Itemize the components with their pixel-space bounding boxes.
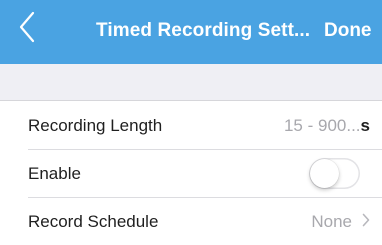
recording-length-unit: s [360,116,370,135]
record-schedule-row[interactable]: Record Schedule None [0,197,382,245]
toggle-knob [310,159,339,188]
navigation-bar: Timed Recording Sett... Done [0,0,382,64]
record-schedule-label: Record Schedule [28,212,159,231]
chevron-right-icon [362,212,370,232]
enable-label: Enable [28,164,81,183]
recording-length-row[interactable]: Recording Length 15 - 900...s [0,101,382,149]
back-button[interactable] [18,10,48,50]
chevron-left-icon [18,10,48,44]
enable-toggle[interactable] [309,158,360,189]
settings-list: Recording Length 15 - 900...s Enable Rec… [0,100,382,245]
recording-length-label: Recording Length [28,116,163,135]
done-button[interactable]: Done [324,20,372,42]
recording-length-placeholder: 15 - 900... [283,116,361,135]
page-title: Timed Recording Sett... [96,20,311,41]
enable-row: Enable [0,149,382,197]
record-schedule-value: None [311,212,352,231]
record-schedule-value-group: None [311,212,370,232]
recording-length-input[interactable]: 15 - 900...s [284,116,370,136]
